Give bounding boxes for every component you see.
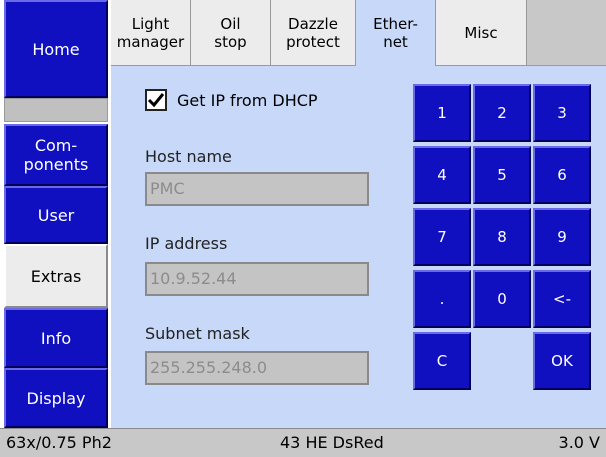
key-5[interactable]: 5 (473, 146, 531, 204)
host-name-field[interactable]: PMC (145, 172, 369, 206)
key-9[interactable]: 9 (533, 208, 591, 266)
tab-light-manager[interactable]: Light manager (111, 0, 191, 66)
ethernet-panel: Get IP from DHCP Host name PMC IP addres… (111, 66, 606, 428)
sidebar: Home Com- ponents User Extras Info Displ… (4, 0, 108, 428)
key-8[interactable]: 8 (473, 208, 531, 266)
sidebar-item-label: Extras (30, 266, 82, 286)
key-2[interactable]: 2 (473, 84, 531, 142)
tab-label: Oil stop (214, 14, 247, 51)
voltage-status: 3.0 V (558, 433, 600, 452)
filter-status: 43 HE DsRed (280, 433, 384, 452)
status-bar: 63x/0.75 Ph2 43 HE DsRed 3.0 V (0, 428, 606, 457)
tab-oil-stop[interactable]: Oil stop (191, 0, 271, 66)
sidebar-item-label: Home (32, 39, 80, 59)
tab-label: Light manager (116, 14, 185, 51)
tab-bar: Light manager Oil stop Dazzle protect Et… (111, 0, 606, 66)
key-4[interactable]: 4 (413, 146, 471, 204)
key-6[interactable]: 6 (533, 146, 591, 204)
sidebar-item-extras[interactable]: Extras (4, 244, 108, 308)
tab-bar-filler (527, 0, 606, 66)
tab-ethernet[interactable]: Ether- net (356, 0, 436, 66)
tab-label: Ether- net (373, 15, 418, 51)
numeric-keypad: 1 2 3 4 5 6 7 8 9 . 0 <- C OK (413, 84, 591, 390)
dhcp-checkbox[interactable] (145, 89, 167, 111)
subnet-mask-field[interactable]: 255.255.248.0 (145, 351, 369, 385)
dhcp-checkbox-row[interactable]: Get IP from DHCP (145, 89, 318, 111)
key-3[interactable]: 3 (533, 84, 591, 142)
sidebar-item-label: Info (40, 328, 72, 348)
host-name-label: Host name (145, 147, 232, 166)
sidebar-item-components[interactable]: Com- ponents (4, 124, 108, 186)
sidebar-item-display[interactable]: Display (4, 368, 108, 428)
tab-label: Dazzle protect (286, 14, 340, 51)
ip-address-label: IP address (145, 234, 228, 253)
key-0[interactable]: 0 (473, 270, 531, 328)
key-ok[interactable]: OK (533, 332, 591, 390)
key-7[interactable]: 7 (413, 208, 471, 266)
key-clear[interactable]: C (413, 332, 471, 390)
objective-status: 63x/0.75 Ph2 (6, 433, 112, 452)
checkmark-icon (147, 93, 165, 108)
tab-dazzle-protect[interactable]: Dazzle protect (271, 0, 356, 66)
key-backspace[interactable]: <- (533, 270, 591, 328)
sidebar-item-home[interactable]: Home (4, 0, 108, 98)
sidebar-item-info[interactable]: Info (4, 308, 108, 368)
sidebar-spacer (4, 98, 108, 122)
sidebar-item-label: Display (26, 388, 86, 408)
sidebar-item-user[interactable]: User (4, 186, 108, 244)
key-dot[interactable]: . (413, 270, 471, 328)
app-screen: Home Com- ponents User Extras Info Displ… (0, 0, 606, 457)
tab-label: Misc (464, 23, 498, 42)
dhcp-label: Get IP from DHCP (177, 90, 318, 110)
sidebar-item-label: User (37, 205, 75, 225)
sidebar-item-label: Com- ponents (23, 136, 89, 174)
tab-misc[interactable]: Misc (436, 0, 527, 66)
ip-address-field[interactable]: 10.9.52.44 (145, 262, 369, 296)
key-1[interactable]: 1 (413, 84, 471, 142)
subnet-mask-label: Subnet mask (145, 324, 250, 343)
